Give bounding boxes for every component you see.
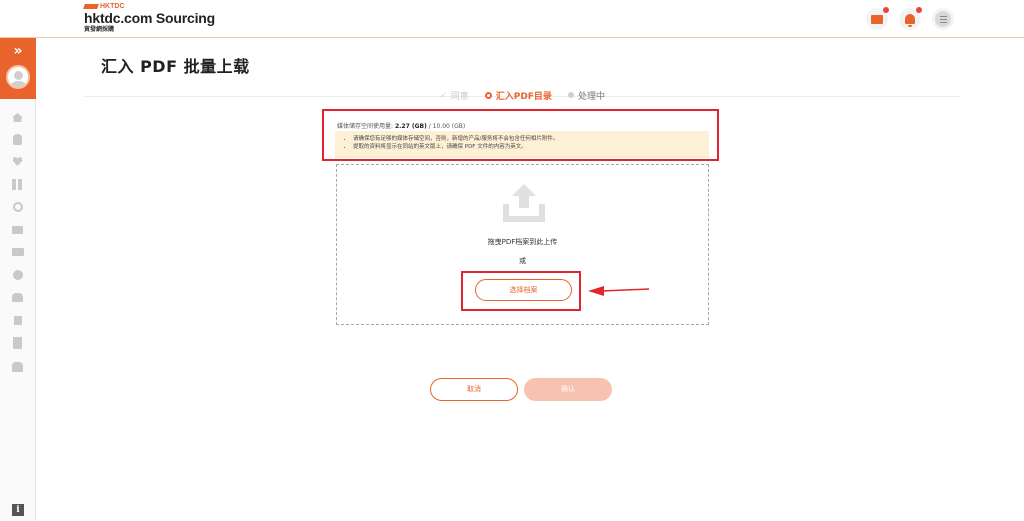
step-label: 汇入PDF目录 [495, 91, 552, 102]
choose-file-highlight: 选择档案 [461, 271, 581, 311]
progress-steps: ✓ 同意 汇入PDF目录 处理中 [440, 88, 621, 102]
team-icon[interactable] [11, 361, 24, 372]
notice-line: 提取的资料将显示在同站的英文版上，请确保 PDF 文件的内容为英文。 [353, 143, 709, 151]
heart-icon[interactable] [11, 156, 24, 167]
active-step-icon [484, 91, 492, 99]
mail-button[interactable] [866, 7, 889, 30]
hktdc-mark-icon [83, 3, 99, 9]
grid-icon[interactable] [11, 179, 24, 190]
mail-icon [871, 14, 883, 24]
info-icon[interactable]: i [12, 504, 24, 516]
page-title: 汇入 PDF 批量上载 [101, 57, 250, 76]
step-label: 同意 [450, 91, 469, 102]
notification-badge [916, 7, 922, 13]
menu-icon [935, 11, 951, 27]
storage-usage: 媒体储存空间使用量: 2.27 (GB) / 10.00 (GB) [337, 121, 465, 130]
user-edit-icon[interactable] [11, 292, 24, 303]
choose-file-button[interactable]: 选择档案 [475, 279, 572, 301]
building-icon[interactable] [11, 336, 24, 349]
notifications-button[interactable] [899, 7, 922, 30]
cancel-button[interactable]: 取消 [430, 378, 518, 401]
sidebar: » i [0, 38, 36, 521]
user-icon[interactable] [11, 134, 24, 145]
pending-step-icon [567, 92, 574, 98]
cube-icon[interactable] [11, 269, 24, 280]
user-menu-button[interactable] [932, 8, 954, 30]
site-logo[interactable]: HKTDC hktdc.com Sourcing 貿發網採購 [83, 2, 215, 33]
history-icon[interactable] [11, 201, 24, 212]
sidebar-header: » [0, 38, 36, 99]
step-agree: ✓ 同意 [440, 89, 469, 102]
message-icon[interactable] [11, 224, 24, 235]
storage-total: / 10.00 (GB) [428, 123, 466, 130]
storage-label: 媒体储存空间使用量: [337, 123, 394, 130]
avatar[interactable] [6, 65, 30, 89]
logo-sub-text: 貿發網採購 [84, 26, 115, 33]
card-icon[interactable] [11, 246, 24, 257]
pdf-dropzone[interactable]: 拖曳PDF档案到此上传 或 选择档案 [336, 164, 709, 325]
step-label: 处理中 [577, 91, 605, 102]
upload-icon [503, 184, 545, 222]
step-import-pdf: 汇入PDF目录 [484, 89, 552, 102]
top-header: HKTDC hktdc.com Sourcing 貿發網採購 [0, 0, 1024, 38]
archive-icon[interactable] [11, 315, 24, 326]
annotation-arrow-icon [588, 286, 650, 296]
notice-box: 请确保您有足够的媒体存储空间，否则，新增的产品/服务将不会包含任何相片附件。 提… [335, 131, 709, 158]
confirm-button[interactable]: 确认 [524, 378, 612, 401]
storage-info-highlight: 媒体储存空间使用量: 2.27 (GB) / 10.00 (GB) 请确保您有足… [322, 109, 719, 161]
logo-top: HKTDC [83, 2, 215, 10]
drag-instructions: 拖曳PDF档案到此上传 [487, 238, 558, 246]
bell-icon [905, 14, 915, 27]
notice-line: 请确保您有足够的媒体存储空间，否则，新增的产品/服务将不会包含任何相片附件。 [353, 135, 709, 143]
check-icon: ✓ [440, 90, 447, 100]
storage-used: 2.27 (GB) [394, 123, 427, 130]
home-icon[interactable] [11, 112, 24, 123]
notification-badge [883, 7, 889, 13]
or-separator: 或 [519, 257, 526, 265]
logo-main-text: hktdc.com Sourcing [84, 10, 215, 26]
logo-small-text: HKTDC [100, 2, 125, 10]
step-processing: 处理中 [567, 89, 605, 102]
expand-sidebar-icon[interactable]: » [0, 44, 36, 58]
